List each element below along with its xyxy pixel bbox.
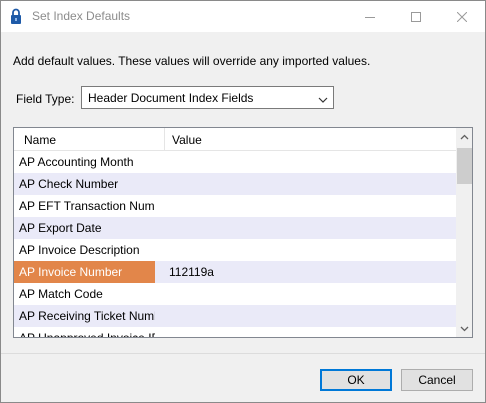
- cell-name[interactable]: AP Unapproved Invoice ID: [14, 327, 155, 337]
- table-row[interactable]: AP Unapproved Invoice ID: [14, 327, 456, 337]
- minimize-button[interactable]: [347, 1, 393, 32]
- column-header-name[interactable]: Name: [24, 133, 56, 147]
- cell-name[interactable]: AP Export Date: [14, 217, 155, 239]
- scrollbar-thumb[interactable]: [457, 148, 472, 184]
- maximize-button[interactable]: [393, 1, 439, 32]
- cell-name[interactable]: AP Invoice Description: [14, 239, 155, 261]
- window-title: Set Index Defaults: [32, 9, 131, 23]
- dialog-window: Set Index Defaults Add default values. T…: [0, 0, 486, 403]
- cell-name[interactable]: AP EFT Transaction Number: [14, 195, 155, 217]
- field-type-selected-value: Header Document Index Fields: [88, 91, 254, 105]
- table-row[interactable]: AP Invoice Description: [14, 239, 456, 261]
- table-row[interactable]: AP Receiving Ticket Number: [14, 305, 456, 327]
- cell-name[interactable]: AP Receiving Ticket Number: [14, 305, 155, 327]
- maximize-icon: [411, 11, 421, 22]
- cell-name[interactable]: AP Check Number: [14, 173, 155, 195]
- table-row[interactable]: AP Match Code: [14, 283, 456, 305]
- table-row[interactable]: AP EFT Transaction Number: [14, 195, 456, 217]
- vertical-scrollbar[interactable]: [456, 128, 472, 337]
- cell-name[interactable]: AP Accounting Month: [14, 151, 155, 173]
- title-bar[interactable]: Set Index Defaults: [1, 1, 485, 32]
- close-icon: [457, 11, 467, 22]
- close-button[interactable]: [439, 1, 485, 32]
- field-type-select[interactable]: Header Document Index Fields: [81, 86, 334, 109]
- scroll-up-button[interactable]: [456, 128, 472, 145]
- chevron-up-icon: [460, 134, 469, 139]
- field-type-label: Field Type:: [16, 92, 75, 106]
- grid-header: Name Value: [14, 128, 456, 151]
- chevron-down-icon: [460, 326, 469, 331]
- chevron-down-icon: [318, 93, 328, 103]
- table-row[interactable]: AP Accounting Month: [14, 151, 456, 173]
- index-fields-grid[interactable]: Name Value AP Accounting Month AP Check …: [13, 127, 473, 338]
- footer-divider: [1, 353, 485, 354]
- cell-name[interactable]: AP Match Code: [14, 283, 155, 305]
- minimize-icon: [365, 16, 375, 18]
- lock-icon: [10, 8, 22, 25]
- table-row[interactable]: AP Check Number: [14, 173, 456, 195]
- table-row-selected[interactable]: AP Invoice Number 112119a: [14, 261, 456, 283]
- scroll-down-button[interactable]: [456, 320, 472, 337]
- grid-rows: AP Accounting Month AP Check Number AP E…: [14, 151, 456, 337]
- column-divider[interactable]: [164, 128, 165, 150]
- ok-button[interactable]: OK: [320, 369, 392, 391]
- cancel-button[interactable]: Cancel: [401, 369, 473, 391]
- column-header-value[interactable]: Value: [172, 133, 202, 147]
- intro-text: Add default values. These values will ov…: [13, 54, 371, 68]
- cell-name[interactable]: AP Invoice Number: [14, 261, 155, 283]
- cell-value[interactable]: 112119a: [169, 261, 214, 283]
- table-row[interactable]: AP Export Date: [14, 217, 456, 239]
